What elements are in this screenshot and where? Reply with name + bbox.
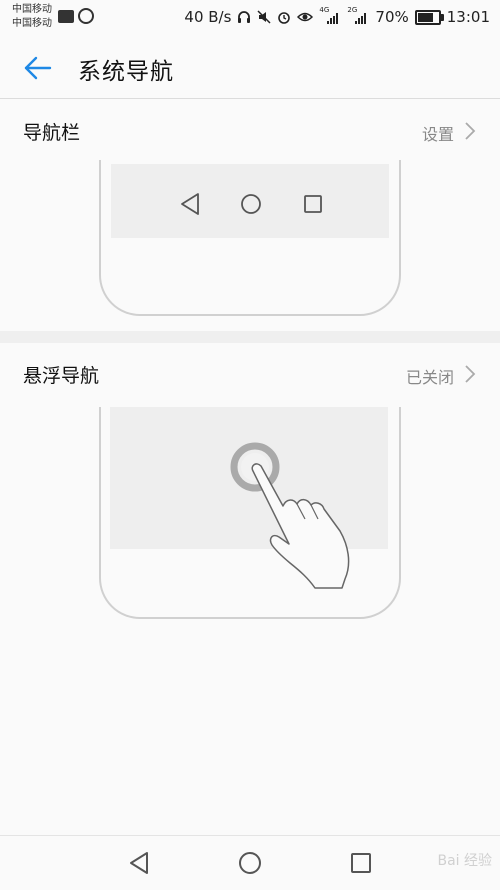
- nav-bar-label: 导航栏: [23, 122, 81, 144]
- signal-icon: [327, 13, 339, 24]
- carrier-2: 中国移动: [12, 18, 52, 29]
- clock: 13:01: [446, 8, 490, 26]
- back-arrow-icon[interactable]: [20, 50, 56, 86]
- battery-icon: [414, 9, 444, 25]
- watermark: Bai 经验: [437, 853, 492, 869]
- battery-percent: 70%: [375, 8, 409, 26]
- network-speed: 40 B/s: [184, 8, 232, 26]
- title-bar: 系统导航: [0, 36, 500, 99]
- nav-bar-status: 设置: [421, 125, 454, 144]
- chevron-right-icon: [465, 365, 476, 383]
- activity-icon: [58, 9, 74, 23]
- eye-icon: [297, 12, 314, 22]
- headset-icon: [238, 11, 251, 23]
- signal-2g: 2G: [347, 6, 369, 24]
- back-triangle-icon[interactable]: [125, 848, 155, 878]
- floating-nav-status: 已关闭: [405, 368, 454, 387]
- signal-icon: [355, 13, 367, 24]
- section-divider: [0, 331, 500, 343]
- nav-bar-row[interactable]: 导航栏 设置: [0, 100, 500, 160]
- home-circle-icon[interactable]: [235, 848, 265, 878]
- system-nav-bar: [0, 835, 500, 890]
- carrier-1: 中国移动: [12, 4, 52, 15]
- carrier-labels: 中国移动 中国移动: [12, 3, 52, 31]
- floating-nav-illustration: [99, 407, 401, 619]
- status-bar: 中国移动 中国移动 40 B/s 4G 2G 70% 13:01: [0, 0, 500, 36]
- floating-nav-section: 悬浮导航 已关闭: [0, 343, 500, 633]
- signal-4g: 4G: [319, 6, 341, 24]
- status-right: 40 B/s 4G 2G 70% 13:01: [184, 6, 490, 26]
- battery-tip: [440, 13, 444, 21]
- floating-nav-row[interactable]: 悬浮导航 已关闭: [0, 343, 500, 403]
- battery-fill: [417, 12, 434, 22]
- nav-bar-section: 导航栏 设置: [0, 100, 500, 331]
- status-left-icons: [58, 8, 94, 24]
- floating-nav-label: 悬浮导航: [23, 365, 100, 387]
- mute-icon: [257, 10, 271, 24]
- page-title: 系统导航: [78, 59, 174, 85]
- nav-bar-illustration: [99, 160, 401, 316]
- chevron-right-icon: [465, 122, 476, 140]
- sync-icon: [78, 8, 94, 24]
- recent-square-icon[interactable]: [346, 848, 376, 878]
- alarm-icon: [278, 12, 291, 24]
